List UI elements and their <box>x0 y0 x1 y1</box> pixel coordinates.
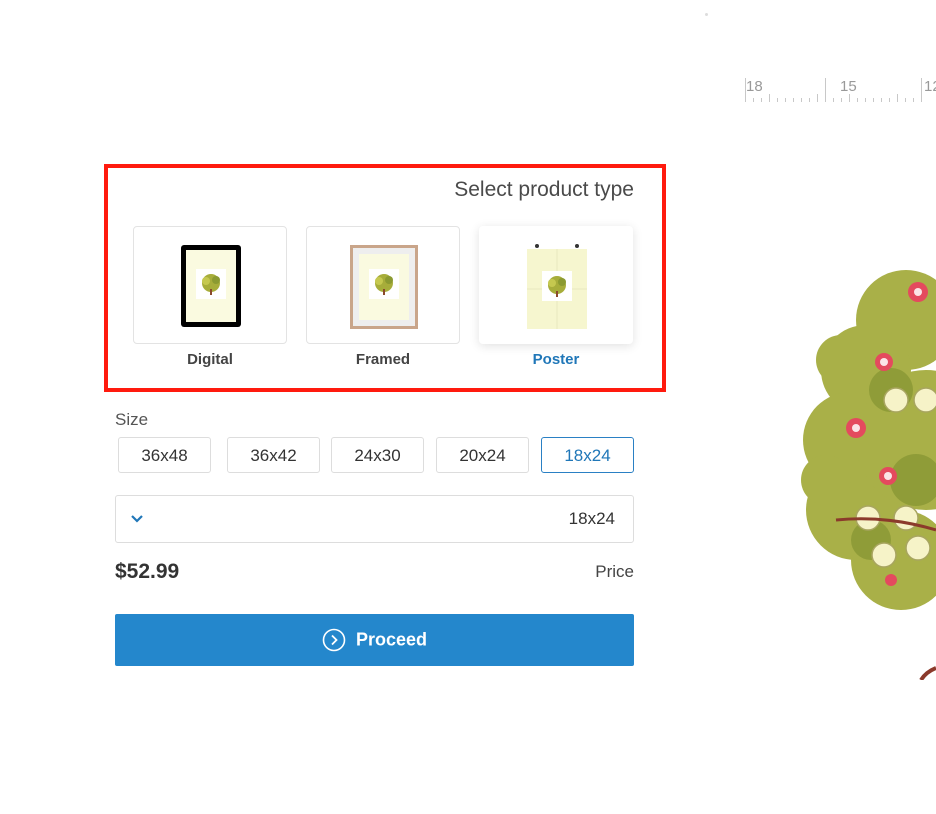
framed-print-thumbnail <box>350 245 418 329</box>
size-option-36x48[interactable]: 36x48 <box>118 437 211 473</box>
size-option-36x42[interactable]: 36x42 <box>227 437 320 473</box>
chevron-down-icon <box>131 515 143 523</box>
proceed-button[interactable]: Proceed <box>115 614 634 666</box>
size-option-24x30[interactable]: 24x30 <box>331 437 424 473</box>
price-value: $52.99 <box>115 560 180 583</box>
size-label: Size <box>115 410 149 429</box>
chevron-right-circle-icon <box>322 628 346 652</box>
size-option-20x24[interactable]: 20x24 <box>436 437 529 473</box>
size-dropdown[interactable]: 18x24 <box>115 495 634 543</box>
size-dropdown-value: 18x24 <box>568 509 615 528</box>
poster-thumbnail <box>527 244 587 329</box>
family-tree-preview <box>801 270 936 680</box>
ruler-label: 15 <box>840 78 857 95</box>
price-label: Price <box>595 562 634 581</box>
product-type-poster[interactable] <box>479 226 633 344</box>
product-type-digital-label: Digital <box>187 351 233 368</box>
digital-tablet-thumbnail <box>181 245 241 327</box>
product-type-framed[interactable] <box>306 226 460 344</box>
ruler-label: 12 <box>924 78 936 95</box>
product-type-digital[interactable] <box>133 226 287 344</box>
product-type-poster-label: Poster <box>532 351 580 368</box>
size-option-18x24[interactable]: 18x24 <box>541 437 634 473</box>
ruler: 18 15 12 <box>744 76 936 106</box>
product-type-title: Select product type <box>454 178 634 201</box>
ruler-label: 18 <box>746 78 763 95</box>
decorative-dot <box>705 13 708 16</box>
proceed-label: Proceed <box>355 629 428 650</box>
product-type-framed-label: Framed <box>355 351 411 368</box>
